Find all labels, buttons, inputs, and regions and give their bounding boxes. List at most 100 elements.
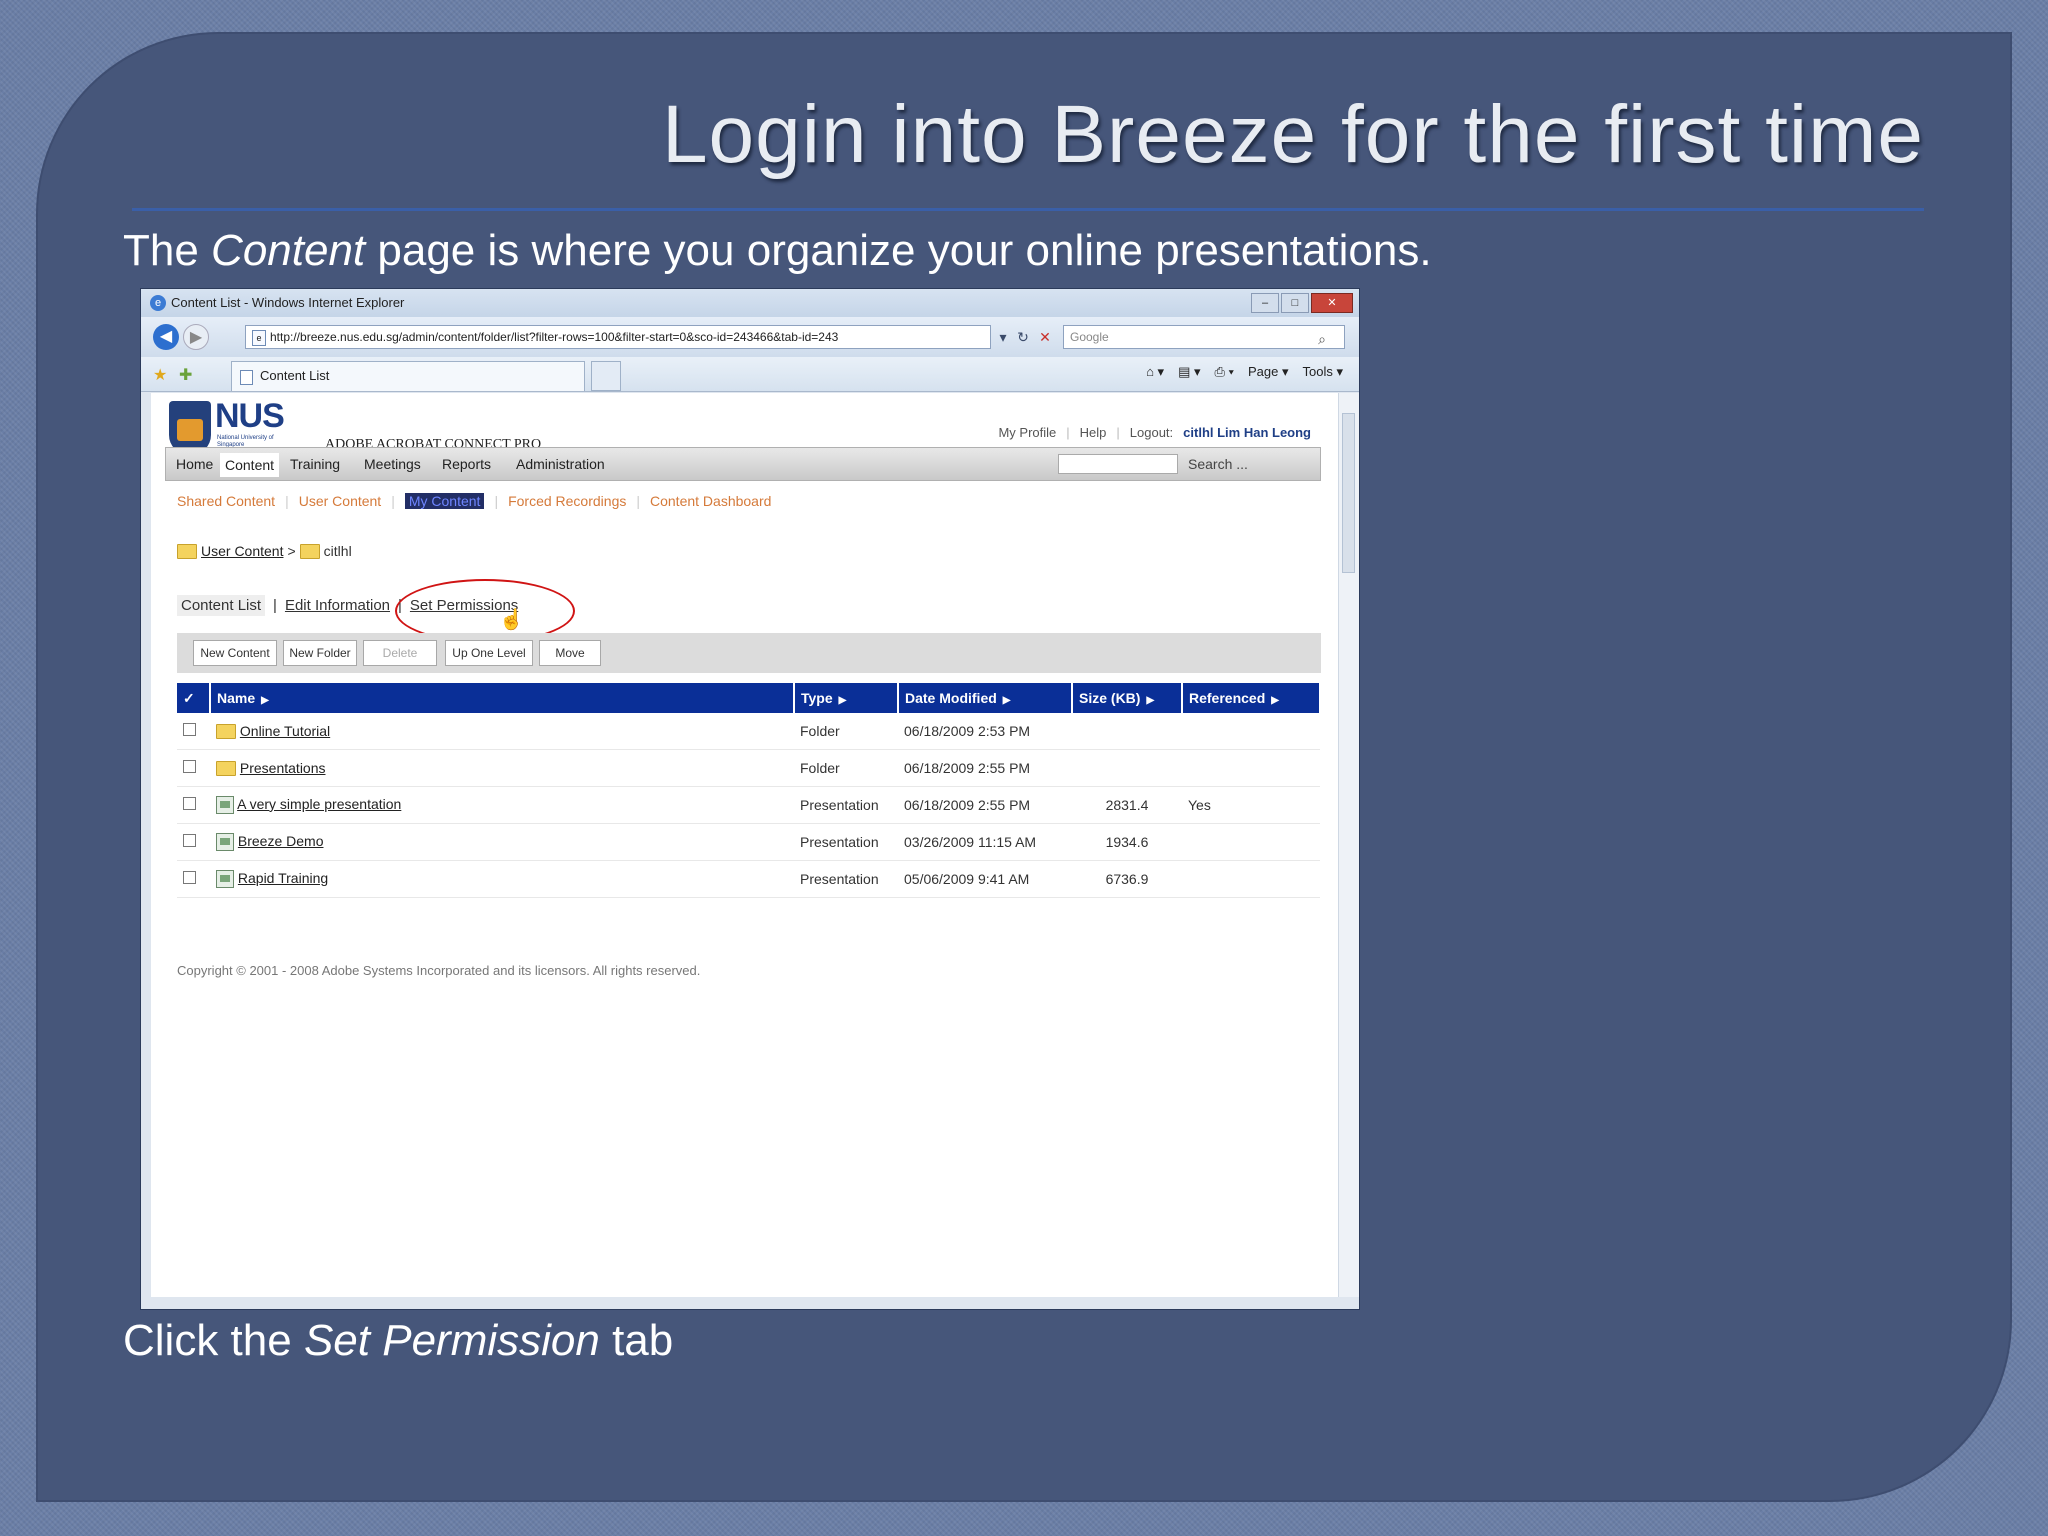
presentation-icon	[216, 796, 234, 815]
breadcrumb-current: citlhl	[323, 543, 352, 559]
header-label: Type	[801, 690, 833, 706]
content-sub-menu: Shared Content | User Content | My Conte…	[177, 493, 771, 509]
move-button[interactable]: Move	[539, 640, 601, 666]
new-folder-button[interactable]: New Folder	[283, 640, 357, 666]
title-divider	[132, 208, 1924, 211]
item-name-link[interactable]: Breeze Demo	[238, 833, 324, 849]
back-button[interactable]: ◀	[153, 324, 179, 350]
breadcrumb-user-content[interactable]: User Content	[201, 543, 283, 559]
header-label: Referenced	[1189, 690, 1266, 706]
refresh-icon[interactable]: ↻	[1013, 326, 1033, 348]
top-links: My Profile | Help | Logout: citlhl Lim H…	[998, 425, 1311, 440]
instruction-caption: Click the Set Permission tab	[123, 1316, 673, 1366]
row-checkbox-cell	[177, 749, 210, 787]
submenu-forced-recordings[interactable]: Forced Recordings	[508, 493, 626, 509]
submenu-shared-content[interactable]: Shared Content	[177, 493, 275, 509]
item-name-link[interactable]: Presentations	[240, 760, 326, 776]
folder-icon	[216, 761, 236, 777]
column-header-date-modified[interactable]: Date Modified ▶	[898, 683, 1073, 713]
submenu-separator: |	[391, 493, 395, 509]
referenced-cell	[1182, 823, 1320, 861]
print-icon[interactable]: ⎙ ▾	[1215, 364, 1234, 380]
select-all-checkbox[interactable]: ✓	[177, 683, 211, 713]
breadcrumb-separator: >	[287, 543, 296, 559]
size-cell	[1072, 713, 1182, 750]
intro-text-2: page is where you organize your online p…	[365, 226, 1432, 275]
tab-content-list[interactable]: Content List	[231, 361, 585, 391]
date-cell: 03/26/2009 11:15 AM	[898, 823, 1072, 861]
menu-meetings[interactable]: Meetings	[364, 456, 421, 472]
help-link[interactable]: Help	[1080, 425, 1107, 440]
column-header-referenced[interactable]: Referenced ▶	[1182, 683, 1321, 713]
favorites-star-icon[interactable]: ★	[153, 365, 167, 385]
column-header-name[interactable]: Name ▶	[210, 683, 795, 713]
sort-arrow-icon: ▶	[261, 695, 269, 706]
submenu-user-content[interactable]: User Content	[299, 493, 381, 509]
vertical-scrollbar[interactable]	[1338, 393, 1359, 1297]
ie-logo-icon: e	[150, 295, 166, 311]
maximize-button[interactable]: □	[1281, 293, 1309, 313]
column-header-type[interactable]: Type ▶	[794, 683, 899, 713]
header-label: Date Modified	[905, 690, 997, 706]
my-profile-link[interactable]: My Profile	[998, 425, 1056, 440]
forward-button[interactable]: ▶	[183, 324, 209, 350]
menu-reports[interactable]: Reports	[442, 456, 491, 472]
submenu-separator: |	[636, 493, 640, 509]
submenu-content-dashboard[interactable]: Content Dashboard	[650, 493, 771, 509]
header-label: Size (KB)	[1079, 690, 1141, 706]
name-cell: Rapid Training	[210, 860, 794, 898]
stop-icon[interactable]: ✕	[1035, 326, 1055, 348]
minimize-button[interactable]: –	[1251, 293, 1279, 313]
address-dropdown-icon[interactable]: ▾	[993, 326, 1013, 348]
date-cell: 05/06/2009 9:41 AM	[898, 860, 1072, 898]
menu-training[interactable]: Training	[290, 456, 340, 472]
new-content-button[interactable]: New Content	[193, 640, 277, 666]
delete-button[interactable]: Delete	[363, 640, 437, 666]
web-page: NUS National University of Singapore ADO…	[151, 393, 1341, 1297]
date-cell: 06/18/2009 2:53 PM	[898, 713, 1072, 750]
tab-content-list-current[interactable]: Content List	[177, 595, 266, 616]
close-button[interactable]: ✕	[1311, 293, 1353, 313]
table-row: A very simple presentation Presentation …	[177, 786, 1320, 824]
row-checkbox[interactable]	[183, 871, 196, 884]
referenced-cell	[1182, 749, 1320, 787]
logout-link[interactable]: Logout:	[1130, 425, 1173, 440]
menu-home[interactable]: Home	[176, 456, 213, 472]
scrollbar-thumb[interactable]	[1342, 413, 1355, 573]
row-checkbox[interactable]	[183, 834, 196, 847]
item-name-link[interactable]: Online Tutorial	[240, 723, 330, 739]
outro-text-2: tab	[599, 1316, 674, 1365]
row-checkbox[interactable]	[183, 760, 196, 773]
home-icon[interactable]: ⌂ ▾	[1146, 364, 1164, 380]
add-favorite-icon[interactable]: ✚	[179, 365, 192, 385]
app-search-input[interactable]	[1058, 454, 1178, 474]
submenu-my-content[interactable]: My Content	[404, 493, 485, 509]
feeds-icon[interactable]: ▤ ▾	[1178, 364, 1200, 380]
row-checkbox-cell	[177, 786, 210, 824]
up-one-level-button[interactable]: Up One Level	[445, 640, 533, 666]
menu-content[interactable]: Content	[220, 453, 280, 477]
sort-arrow-icon: ▶	[838, 695, 847, 706]
item-name-link[interactable]: A very simple presentation	[237, 796, 401, 812]
tab-edit-information[interactable]: Edit Information	[285, 597, 390, 614]
app-search-button[interactable]: Search ...	[1188, 456, 1248, 472]
outro-text-1: Click the	[123, 1316, 304, 1365]
search-box[interactable]: Google ⌕	[1063, 325, 1345, 349]
search-icon[interactable]: ⌕	[1318, 328, 1326, 350]
address-bar[interactable]: e http://breeze.nus.edu.sg/admin/content…	[245, 325, 991, 349]
new-tab-button[interactable]	[591, 361, 621, 391]
type-cell: Folder	[794, 713, 898, 750]
menu-administration[interactable]: Administration	[516, 456, 605, 472]
date-cell: 06/18/2009 2:55 PM	[898, 786, 1072, 824]
slide-background: Login into Breeze for the first time The…	[0, 0, 2048, 1536]
folder-icon	[299, 543, 320, 559]
row-checkbox[interactable]	[183, 723, 196, 736]
column-header-size[interactable]: Size (KB) ▶	[1072, 683, 1183, 713]
name-cell: Breeze Demo	[210, 823, 794, 861]
row-checkbox[interactable]	[183, 797, 196, 810]
window-title: Content List - Windows Internet Explorer	[171, 295, 405, 310]
page-menu[interactable]: Page ▾	[1248, 364, 1289, 380]
item-name-link[interactable]: Rapid Training	[238, 870, 328, 886]
link-separator: |	[1066, 425, 1070, 440]
tools-menu[interactable]: Tools ▾	[1303, 364, 1344, 380]
